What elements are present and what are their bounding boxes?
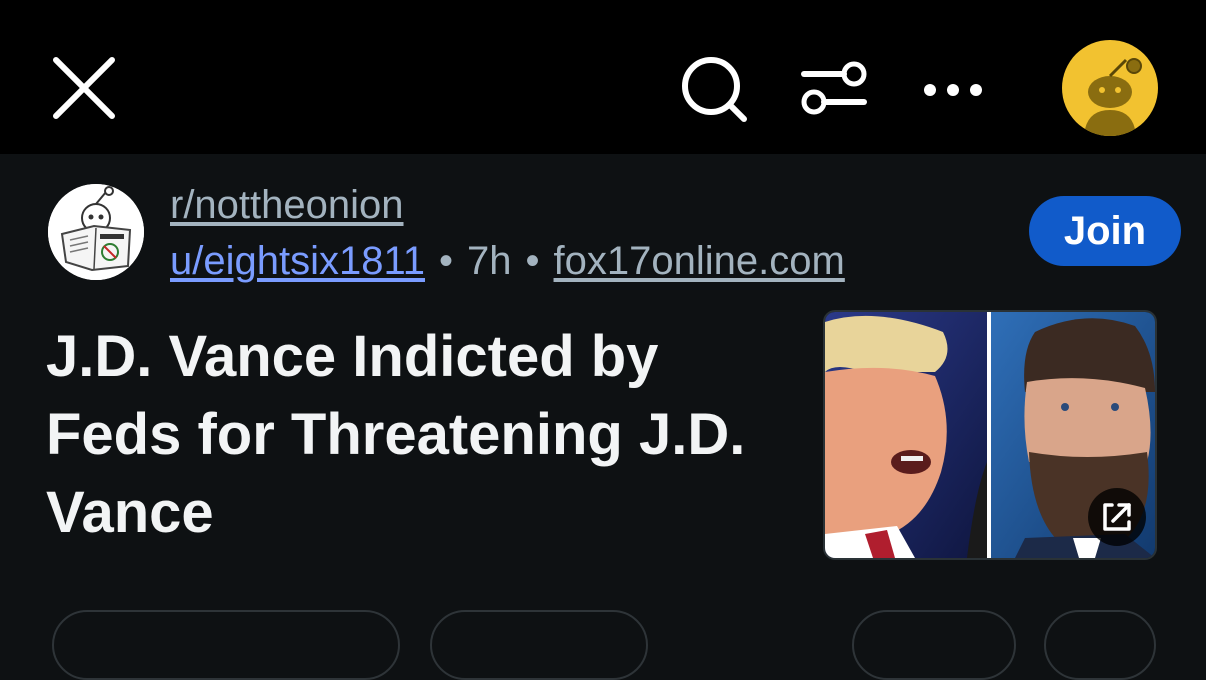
post-title[interactable]: J.D. Vance Indicted by Feds for Threaten…: [46, 318, 806, 552]
external-link-icon[interactable]: [1088, 488, 1146, 546]
subreddit-link[interactable]: r/nottheonion: [170, 181, 404, 229]
join-button[interactable]: Join: [1029, 196, 1181, 266]
subreddit-avatar[interactable]: [48, 184, 144, 280]
separator: •: [525, 239, 540, 283]
domain-link[interactable]: fox17online.com: [554, 239, 845, 283]
username-link[interactable]: u/eightsix1811: [170, 239, 425, 283]
top-bar: [0, 0, 1206, 154]
separator: •: [439, 239, 454, 283]
more-icon[interactable]: [918, 70, 988, 110]
close-icon[interactable]: [50, 54, 118, 122]
share-pill[interactable]: [1044, 610, 1156, 680]
post-time: 7h: [467, 239, 512, 283]
post-thumbnail[interactable]: [823, 310, 1157, 560]
award-pill[interactable]: [852, 610, 1016, 680]
filter-icon[interactable]: [798, 58, 870, 118]
post-card[interactable]: r/nottheonion u/eightsix1811 • 7h • fox17onl…: [0, 154, 1206, 680]
avatar[interactable]: [1062, 40, 1158, 136]
vote-pill[interactable]: [52, 610, 400, 680]
comments-pill[interactable]: [430, 610, 648, 680]
search-icon[interactable]: [678, 56, 750, 124]
post-meta: u/eightsix1811 • 7h • fox17online.com: [170, 237, 845, 285]
